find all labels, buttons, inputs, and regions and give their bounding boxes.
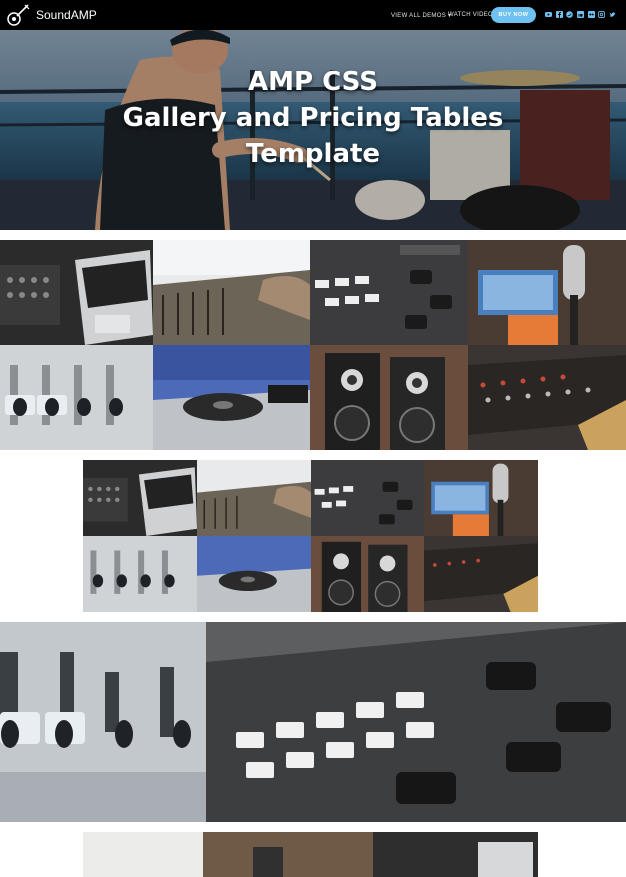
gallery-image-fader-board-large[interactable] (206, 622, 626, 822)
gallery-image-studio-speakers[interactable] (310, 345, 468, 450)
gallery-image-mixer-channels[interactable] (0, 345, 153, 450)
gallery-image-mixing-console[interactable] (424, 536, 538, 612)
facebook-icon[interactable] (556, 11, 563, 18)
youtube-icon[interactable] (545, 11, 552, 18)
twitter-icon[interactable] (609, 11, 616, 18)
hero-banner: AMP CSS Gallery and Pricing Tables Templ… (0, 30, 626, 230)
gallery-image-console-hands[interactable] (197, 460, 311, 536)
gallery-image-dj-turntable[interactable] (197, 536, 311, 612)
gallery-image-mixer-channels[interactable] (83, 536, 197, 612)
gallery-image-studio-microphone[interactable] (424, 460, 538, 536)
nav-link-view-all-demos[interactable]: VIEW ALL DEMOS ▾ (391, 12, 451, 19)
navbar: SoundAMP VIEW ALL DEMOS ▾ WATCH VIDEO BU… (0, 0, 626, 30)
gallery-image-mixer-laptop[interactable] (0, 240, 153, 345)
flickr-icon[interactable] (588, 11, 595, 18)
gallery-image-fader-board[interactable] (310, 240, 468, 345)
gallery-image-studio-wide[interactable] (83, 832, 538, 877)
gallery-image-console-hands[interactable] (153, 240, 310, 345)
buy-now-button[interactable]: BUY NOW (491, 7, 536, 23)
gallery-image-dj-turntable[interactable] (153, 345, 310, 450)
gallery-image-fader-board[interactable] (311, 460, 424, 536)
instagram-icon[interactable] (598, 11, 605, 18)
nav-link-watch-video[interactable]: WATCH VIDEO (448, 12, 493, 18)
twitter-icon[interactable] (566, 11, 573, 18)
brand-name[interactable]: SoundAMP (36, 8, 97, 22)
hero-title: AMP CSS Gallery and Pricing Tables Templ… (122, 67, 504, 169)
gallery-image-mixing-console[interactable] (468, 345, 626, 450)
gallery-image-studio-microphone[interactable] (468, 240, 626, 345)
gallery-image-studio-speakers[interactable] (311, 536, 424, 612)
gallery-image-mixer-laptop[interactable] (83, 460, 197, 536)
guitar-logo-icon[interactable] (5, 3, 31, 27)
gallery-image-mixer-channels-large[interactable] (0, 622, 206, 822)
linkedin-icon[interactable] (577, 11, 584, 18)
